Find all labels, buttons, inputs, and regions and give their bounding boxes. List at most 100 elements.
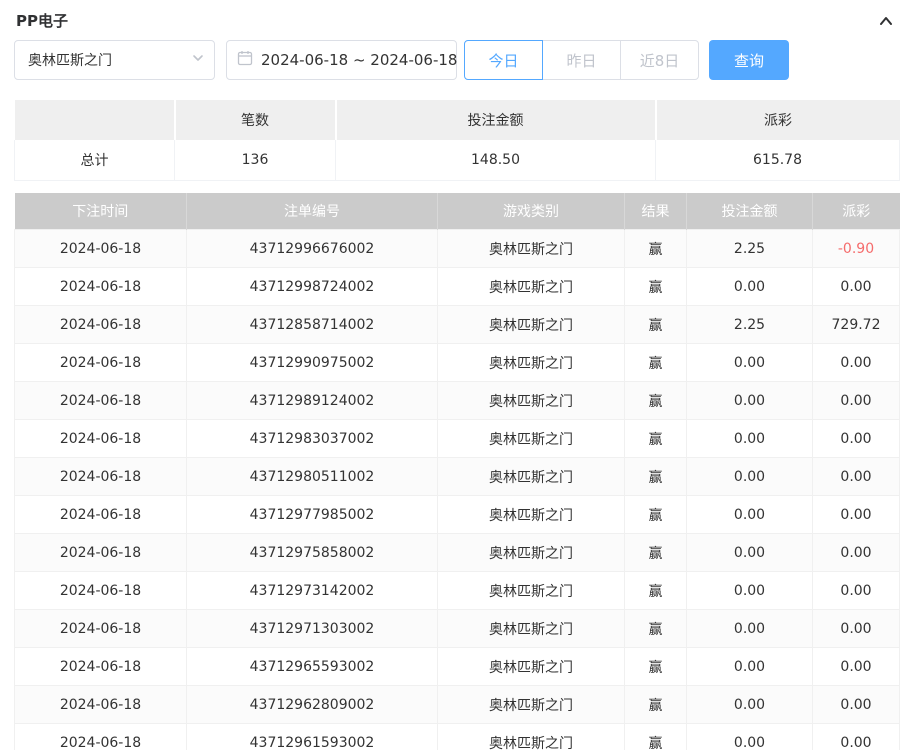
bet-table-body: 2024-06-18 43712996676002 奥林匹斯之门 赢 2.25 …: [15, 230, 900, 750]
summary-header-count: 笔数: [175, 100, 336, 140]
cell-game-type: 奥林匹斯之门: [438, 230, 625, 268]
cell-order-id: 43712975858002: [187, 534, 438, 572]
cell-bet-time: 2024-06-18: [15, 534, 187, 572]
game-select-value: 奥林匹斯之门: [28, 50, 112, 70]
filter-toolbar: 奥林匹斯之门 2024-06-18 ~ 2024-06-18 今日 昨日: [14, 40, 899, 80]
panel-header: PP电子: [14, 0, 899, 40]
cell-bet-amount: 0.00: [687, 572, 813, 610]
summary-total-count: 136: [175, 140, 336, 180]
cell-result: 赢: [625, 306, 687, 344]
chevron-up-icon: [877, 18, 895, 33]
cell-payout: 0.00: [813, 724, 900, 750]
cell-order-id: 43712973142002: [187, 572, 438, 610]
cell-order-id: 43712990975002: [187, 344, 438, 382]
cell-order-id: 43712983037002: [187, 420, 438, 458]
cell-game-type: 奥林匹斯之门: [438, 724, 625, 750]
cell-result: 赢: [625, 648, 687, 686]
cell-order-id: 43712998724002: [187, 268, 438, 306]
cell-order-id: 43712971303002: [187, 610, 438, 648]
cell-game-type: 奥林匹斯之门: [438, 458, 625, 496]
col-header-result: 结果: [625, 193, 687, 230]
col-header-bet-amount: 投注金额: [687, 193, 813, 230]
cell-payout: 0.00: [813, 572, 900, 610]
summary-total-label: 总计: [15, 140, 175, 180]
cell-bet-time: 2024-06-18: [15, 686, 187, 724]
bet-records-table: 下注时间 注单编号 游戏类别 结果 投注金额 派彩 2024-06-18 437…: [14, 193, 900, 750]
cell-bet-amount: 0.00: [687, 610, 813, 648]
cell-result: 赢: [625, 420, 687, 458]
cell-payout: 729.72: [813, 306, 900, 344]
cell-order-id: 43712996676002: [187, 230, 438, 268]
cell-payout: 0.00: [813, 420, 900, 458]
calendar-icon: [237, 50, 253, 70]
cell-payout: 0.00: [813, 610, 900, 648]
last-8-days-button[interactable]: 近8日: [620, 40, 699, 80]
table-row: 2024-06-18 43712990975002 奥林匹斯之门 赢 0.00 …: [15, 344, 900, 382]
cell-result: 赢: [625, 230, 687, 268]
table-row: 2024-06-18 43712962809002 奥林匹斯之门 赢 0.00 …: [15, 686, 900, 724]
cell-bet-time: 2024-06-18: [15, 610, 187, 648]
cell-order-id: 43712962809002: [187, 686, 438, 724]
col-header-order-id: 注单编号: [187, 193, 438, 230]
cell-game-type: 奥林匹斯之门: [438, 572, 625, 610]
cell-result: 赢: [625, 382, 687, 420]
cell-bet-amount: 0.00: [687, 724, 813, 750]
cell-game-type: 奥林匹斯之门: [438, 686, 625, 724]
chevron-down-icon: [192, 52, 204, 68]
page-title: PP电子: [16, 10, 68, 31]
cell-bet-time: 2024-06-18: [15, 724, 187, 750]
col-header-game-type: 游戏类别: [438, 193, 625, 230]
cell-game-type: 奥林匹斯之门: [438, 306, 625, 344]
cell-game-type: 奥林匹斯之门: [438, 534, 625, 572]
table-row: 2024-06-18 43712975858002 奥林匹斯之门 赢 0.00 …: [15, 534, 900, 572]
cell-order-id: 43712977985002: [187, 496, 438, 534]
summary-table: 笔数 投注金额 派彩 总计 136 148.50 615.78: [14, 100, 900, 181]
cell-result: 赢: [625, 344, 687, 382]
cell-result: 赢: [625, 572, 687, 610]
cell-payout: 0.00: [813, 648, 900, 686]
cell-bet-amount: 0.00: [687, 268, 813, 306]
cell-game-type: 奥林匹斯之门: [438, 382, 625, 420]
today-button[interactable]: 今日: [464, 40, 543, 80]
summary-header-payout: 派彩: [656, 100, 900, 140]
table-row: 2024-06-18 43712961593002 奥林匹斯之门 赢 0.00 …: [15, 724, 900, 750]
cell-bet-time: 2024-06-18: [15, 306, 187, 344]
cell-game-type: 奥林匹斯之门: [438, 344, 625, 382]
cell-bet-amount: 0.00: [687, 420, 813, 458]
cell-payout: 0.00: [813, 496, 900, 534]
cell-bet-amount: 2.25: [687, 230, 813, 268]
cell-result: 赢: [625, 610, 687, 648]
cell-result: 赢: [625, 458, 687, 496]
cell-result: 赢: [625, 534, 687, 572]
search-button[interactable]: 查询: [709, 40, 789, 80]
date-range-input[interactable]: 2024-06-18 ~ 2024-06-18: [226, 40, 457, 80]
cell-payout: 0.00: [813, 458, 900, 496]
cell-payout: -0.90: [813, 230, 900, 268]
cell-bet-time: 2024-06-18: [15, 648, 187, 686]
cell-bet-amount: 0.00: [687, 686, 813, 724]
summary-total-payout: 615.78: [656, 140, 900, 180]
summary-header-bet-amount: 投注金额: [336, 100, 656, 140]
cell-payout: 0.00: [813, 382, 900, 420]
cell-game-type: 奥林匹斯之门: [438, 610, 625, 648]
summary-total-row: 总计 136 148.50 615.78: [15, 140, 900, 180]
table-row: 2024-06-18 43712971303002 奥林匹斯之门 赢 0.00 …: [15, 610, 900, 648]
cell-bet-time: 2024-06-18: [15, 344, 187, 382]
yesterday-button[interactable]: 昨日: [542, 40, 621, 80]
cell-bet-time: 2024-06-18: [15, 572, 187, 610]
cell-order-id: 43712965593002: [187, 648, 438, 686]
table-row: 2024-06-18 43712989124002 奥林匹斯之门 赢 0.00 …: [15, 382, 900, 420]
table-row: 2024-06-18 43712858714002 奥林匹斯之门 赢 2.25 …: [15, 306, 900, 344]
game-select[interactable]: 奥林匹斯之门: [14, 40, 215, 80]
collapse-button[interactable]: [875, 10, 897, 32]
cell-bet-amount: 0.00: [687, 496, 813, 534]
cell-bet-time: 2024-06-18: [15, 382, 187, 420]
cell-bet-time: 2024-06-18: [15, 230, 187, 268]
table-row: 2024-06-18 43712996676002 奥林匹斯之门 赢 2.25 …: [15, 230, 900, 268]
cell-bet-time: 2024-06-18: [15, 420, 187, 458]
cell-bet-time: 2024-06-18: [15, 496, 187, 534]
cell-order-id: 43712961593002: [187, 724, 438, 750]
quick-date-button-group: 今日 昨日 近8日: [464, 40, 699, 80]
table-row: 2024-06-18 43712998724002 奥林匹斯之门 赢 0.00 …: [15, 268, 900, 306]
col-header-payout: 派彩: [813, 193, 900, 230]
